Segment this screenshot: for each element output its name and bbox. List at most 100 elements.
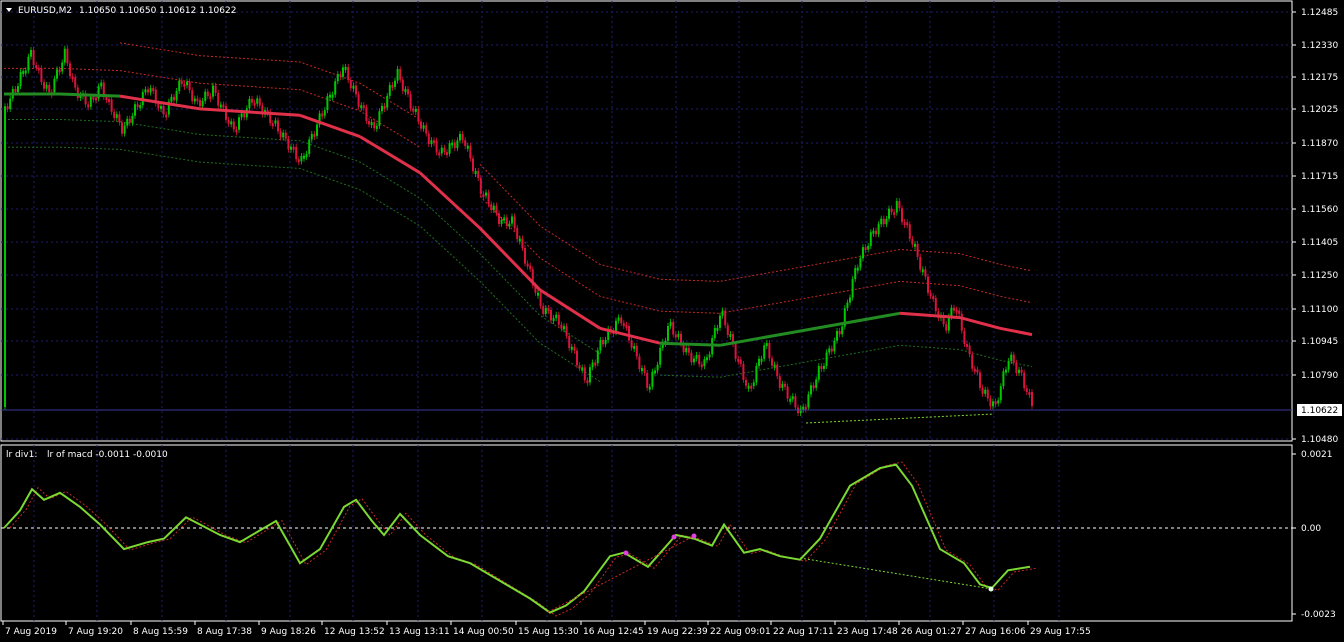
time-tick-label: 29 Aug 17:55 (1030, 627, 1091, 637)
price-bar (833, 340, 836, 352)
price-bar (524, 248, 526, 264)
price-bar (347, 66, 350, 81)
price-bar (477, 170, 480, 179)
price-bar (617, 317, 620, 321)
price-bar (131, 115, 134, 123)
price-bar (349, 80, 352, 89)
price-bar (1028, 392, 1031, 396)
chart-menu-triangle-icon[interactable] (6, 8, 12, 12)
price-bar (648, 386, 651, 390)
price-bar (370, 122, 373, 126)
price-bar (69, 63, 71, 77)
price-bar (482, 194, 485, 198)
price-bar (95, 97, 97, 101)
price-bar (745, 379, 747, 386)
price-bar (66, 48, 69, 64)
indicator-axis[interactable]: 0.0021 0.00 -0.0023 (1292, 450, 1336, 620)
price-bar (420, 121, 422, 129)
price-tick-label: 1.11405 (1301, 238, 1338, 248)
price-bar (92, 96, 95, 100)
price-bar (604, 339, 607, 345)
price-bar (625, 324, 628, 328)
price-bar (989, 398, 992, 407)
price-bar (1020, 369, 1023, 373)
price-bar (492, 205, 495, 211)
symbol-title: EURUSD,M2 (18, 6, 72, 16)
price-bar (425, 125, 428, 134)
price-bar (971, 354, 974, 369)
price-bar (927, 276, 929, 293)
price-bar (292, 146, 295, 150)
price-bar (742, 363, 745, 380)
price-bar (958, 310, 961, 314)
price-bar (550, 309, 552, 321)
price-bar (898, 201, 901, 209)
price-bar (128, 118, 131, 123)
price-bar (321, 113, 324, 117)
price-bar (53, 78, 56, 93)
time-tick-label: 8 Aug 17:38 (197, 627, 252, 637)
price-bar (110, 99, 113, 112)
price-bar (355, 85, 357, 95)
price-bar (654, 370, 656, 374)
divergence-marker (671, 534, 677, 540)
price-bar (706, 357, 708, 361)
price-bar (919, 256, 922, 270)
time-axis[interactable]: 7 Aug 2019 7 Aug 19:20 8 Aug 15:59 8 Aug 17… (2, 621, 1091, 637)
price-bar (76, 87, 79, 98)
price-bar (186, 81, 188, 86)
ma-line-down (119, 94, 1033, 345)
price-bar (334, 81, 337, 95)
price-bar (659, 347, 662, 365)
price-bar (849, 297, 851, 303)
price-bar (563, 326, 565, 330)
price-bar (368, 121, 370, 125)
price-bar (443, 147, 446, 153)
price-bar (485, 192, 487, 196)
price-bar (383, 105, 386, 109)
price-bar (984, 389, 987, 394)
price-tick-label: 1.11100 (1301, 305, 1338, 315)
time-tick-label: 22 Aug 09:01 (710, 627, 771, 637)
price-bar (583, 367, 586, 381)
price-bar (300, 155, 303, 162)
price-bar (295, 147, 298, 160)
indicator-tick-label: 0.0021 (1301, 450, 1333, 460)
price-bar (729, 334, 732, 338)
price-bar (206, 91, 209, 97)
price-bar (456, 140, 459, 149)
trading-chart[interactable]: EURUSD,M2 1.10650 1.10650 1.10612 1.1062… (0, 0, 1344, 642)
price-bar (1031, 392, 1033, 407)
price-bar (810, 385, 812, 395)
price-bar (721, 310, 724, 316)
price-bar (271, 123, 274, 127)
time-tick-label: 27 Aug 16:06 (965, 627, 1026, 637)
price-bar (713, 328, 716, 339)
price-bar (279, 131, 282, 138)
price-bar (290, 146, 292, 150)
price-bar (362, 105, 365, 109)
price-bar (258, 98, 261, 106)
price-bar (677, 333, 680, 338)
price-bar (643, 368, 646, 373)
price-bar (734, 344, 737, 359)
price-tick-label: 1.10480 (1301, 435, 1338, 445)
price-bar (461, 133, 464, 141)
price-bar (508, 223, 511, 227)
price-bar (901, 208, 903, 222)
price-bar (222, 104, 225, 108)
price-bar (758, 358, 760, 366)
price-bar (568, 335, 571, 349)
time-tick-label: 26 Aug 01:27 (901, 627, 962, 637)
price-bar (435, 140, 438, 153)
indicator-lines (3, 461, 1037, 617)
price-bar (778, 376, 781, 388)
price-axis[interactable]: 1.12485 1.12330 1.12175 1.12025 1.11870 1.117… (1292, 8, 1338, 445)
price-bar (542, 305, 545, 314)
price-bar (391, 84, 394, 88)
price-bar (765, 343, 768, 347)
price-bar (191, 90, 194, 102)
price-bar (838, 331, 841, 335)
price-tick-label: 1.12330 (1301, 41, 1338, 51)
price-tick-label: 1.11870 (1301, 139, 1338, 149)
